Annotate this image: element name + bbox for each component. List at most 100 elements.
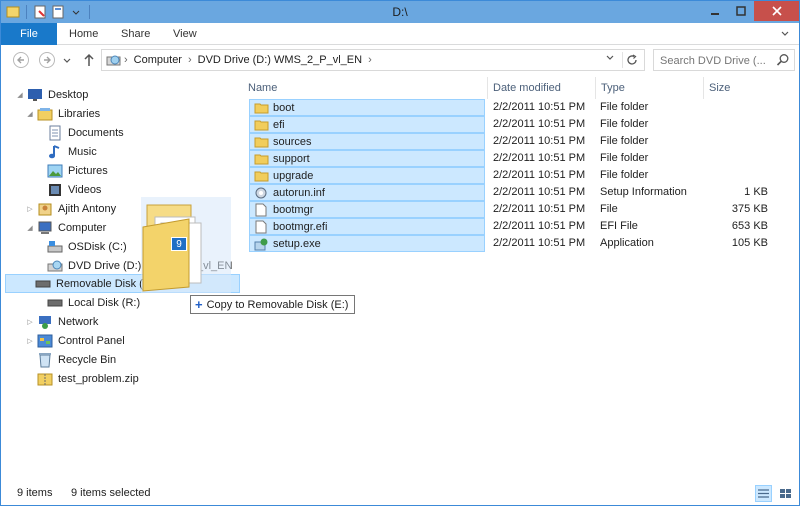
file-type: Setup Information (600, 186, 687, 198)
file-name-cell[interactable]: sources (249, 133, 485, 150)
column-header-type[interactable]: Type (597, 77, 704, 99)
title-bar: D:\ (1, 1, 799, 23)
file-name-cell[interactable]: support (249, 150, 485, 167)
nav-item-documents[interactable]: Documents (35, 123, 124, 142)
address-dropdown-icon[interactable] (606, 54, 614, 64)
column-header-name[interactable]: Name (244, 77, 488, 99)
file-row[interactable]: boot 2/2/2011 10:51 PM File folder (244, 99, 799, 116)
details-view-button[interactable] (755, 485, 772, 502)
collapse-arrow-icon[interactable]: ◢ (25, 110, 35, 118)
ribbon-tabs: File Home Share View (1, 23, 799, 45)
file-type: File (600, 203, 618, 215)
file-name: autorun.inf (273, 186, 325, 199)
file-row[interactable]: support 2/2/2011 10:51 PM File folder (244, 150, 799, 167)
breadcrumb-computer[interactable]: Computer (134, 54, 182, 66)
tab-file[interactable]: File (1, 23, 57, 45)
file-row[interactable]: autorun.inf 2/2/2011 10:51 PM Setup Inform… (244, 184, 799, 201)
expand-ribbon-icon[interactable] (779, 28, 791, 40)
file-name-cell[interactable]: upgrade (249, 167, 485, 184)
file-row[interactable]: bootmgr 2/2/2011 10:51 PM File 375 KB (244, 201, 799, 218)
file-row[interactable]: sources 2/2/2011 10:51 PM File folder (244, 133, 799, 150)
back-button[interactable] (13, 52, 29, 68)
file-type: File folder (600, 135, 649, 147)
nav-item-local-disk[interactable]: Local Disk (R:) (35, 293, 140, 312)
up-button[interactable] (83, 53, 95, 70)
file-row[interactable]: efi 2/2/2011 10:51 PM File folder (244, 116, 799, 133)
file-size: 105 KB (731, 237, 768, 249)
tab-share[interactable]: Share (111, 23, 160, 45)
network-icon (37, 314, 53, 330)
search-box[interactable] (653, 49, 795, 71)
column-header-date-modified[interactable]: Date modified (489, 77, 596, 99)
large-icons-view-icon (780, 489, 791, 498)
tab-view[interactable]: View (163, 23, 207, 45)
file-name-cell[interactable]: bootmgr (249, 201, 485, 218)
folder-icon (253, 101, 269, 115)
file-name-cell[interactable]: bootmgr.efi (249, 218, 485, 235)
maximize-icon (736, 6, 746, 16)
column-header-size[interactable]: Size (705, 77, 775, 99)
nav-item-recycle-bin[interactable]: Recycle Bin (25, 350, 116, 369)
back-arrow-icon (17, 56, 24, 64)
file-date: 2/2/2011 10:51 PM (493, 135, 586, 147)
maximize-button[interactable] (728, 1, 754, 21)
close-icon (771, 6, 782, 16)
videos-icon (47, 182, 63, 198)
file-date: 2/2/2011 10:51 PM (493, 169, 586, 181)
nav-item-control-panel[interactable]: ▷ Control Panel (25, 331, 125, 350)
up-arrow-icon (84, 53, 94, 66)
folder-icon (253, 169, 269, 183)
file-name-cell[interactable]: efi (249, 116, 485, 133)
file-name-cell[interactable]: boot (249, 99, 485, 116)
nav-label: Local Disk (R:) (68, 296, 141, 309)
os-disk-icon (47, 239, 63, 255)
collapse-arrow-icon[interactable]: ◢ (25, 224, 35, 232)
file-type: File folder (600, 118, 649, 130)
search-icon[interactable] (776, 53, 790, 70)
expand-arrow-icon[interactable]: ▷ (25, 205, 35, 213)
nav-item-desktop[interactable]: ◢ Desktop (15, 85, 88, 104)
file-name-cell[interactable]: setup.exe (249, 235, 485, 252)
nav-item-videos[interactable]: Videos (35, 180, 101, 199)
recent-locations-icon[interactable] (63, 56, 71, 68)
expand-arrow-icon[interactable]: ▷ (25, 337, 35, 345)
nav-item-music[interactable]: Music (35, 142, 97, 161)
folder-icon (253, 118, 269, 132)
window-title: D:\ (392, 5, 408, 19)
control-panel-icon (37, 333, 53, 349)
minimize-button[interactable] (702, 1, 728, 21)
nav-item-user[interactable]: ▷ Ajith Antony (25, 199, 116, 218)
dvd-drive-icon (47, 258, 63, 274)
computer-icon (37, 220, 53, 236)
expand-arrow-icon[interactable]: ▷ (25, 318, 35, 326)
nav-label: Computer (58, 221, 107, 234)
chevron-right-icon[interactable]: › (368, 54, 372, 66)
file-name: setup.exe (273, 237, 321, 250)
file-date: 2/2/2011 10:51 PM (493, 118, 586, 130)
chevron-right-icon[interactable]: › (124, 54, 128, 66)
nav-label: test_problem.zip (58, 372, 139, 385)
file-row[interactable]: upgrade 2/2/2011 10:51 PM File folder (244, 167, 799, 184)
nav-item-network[interactable]: ▷ Network (25, 312, 98, 331)
breadcrumb-dvd-drive[interactable]: DVD Drive (D:) WMS_2_P_vl_EN (198, 54, 362, 66)
tab-home[interactable]: Home (59, 23, 108, 45)
collapse-arrow-icon[interactable]: ◢ (15, 91, 25, 99)
chevron-right-icon[interactable]: › (188, 54, 192, 66)
address-bar[interactable]: › Computer › DVD Drive (D:) WMS_2_P_vl_E… (101, 49, 645, 71)
nav-item-computer[interactable]: ◢ Computer (25, 218, 106, 237)
large-icons-view-button[interactable] (777, 485, 794, 502)
nav-item-zip[interactable]: test_problem.zip (25, 369, 139, 388)
nav-item-osdisk[interactable]: OSDisk (C:) (35, 237, 127, 256)
explorer-window: D:\ File Home Share View › Computer › DV… (0, 0, 800, 506)
zip-icon (37, 371, 53, 387)
status-bar: 9 items 9 items selected (1, 482, 799, 505)
close-button[interactable] (754, 1, 799, 21)
nav-item-libraries[interactable]: ◢ Libraries (25, 104, 100, 123)
nav-item-pictures[interactable]: Pictures (35, 161, 108, 180)
file-row[interactable]: setup.exe 2/2/2011 10:51 PM Application 105… (244, 235, 799, 252)
forward-button[interactable] (39, 52, 55, 68)
file-name-cell[interactable]: autorun.inf (249, 184, 485, 201)
file-row[interactable]: bootmgr.efi 2/2/2011 10:51 PM EFI File 653 … (244, 218, 799, 235)
search-input[interactable] (660, 53, 772, 68)
refresh-button[interactable] (622, 52, 640, 68)
